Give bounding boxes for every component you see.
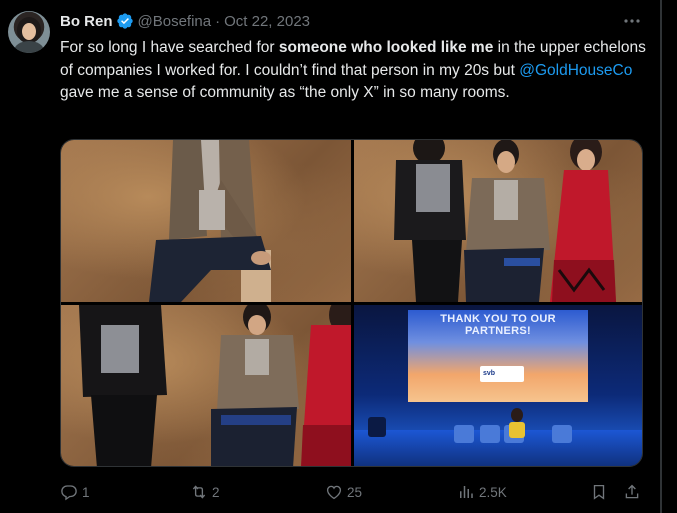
portrait-illustration (149, 140, 271, 302)
views-icon (460, 486, 473, 498)
repost-count: 2 (212, 484, 220, 500)
tweet-text: For so long I have searched for someone … (60, 37, 650, 105)
tweet-header: Bo Ren @Bosefina · Oct 22, 2023 (60, 11, 310, 31)
share-button[interactable] (623, 481, 645, 503)
group-illustration (79, 305, 351, 466)
bookmark-button[interactable] (590, 481, 612, 503)
bookmark-icon (593, 484, 605, 500)
avatar-body (14, 41, 44, 53)
avatar[interactable] (8, 11, 50, 53)
repost-button[interactable]: 2 (190, 481, 220, 503)
action-bar: 1 2 25 2.5K (60, 481, 650, 503)
verified-icon (116, 13, 133, 29)
photo-2[interactable] (354, 140, 642, 302)
author-name[interactable]: Bo Ren (60, 13, 113, 30)
views-count: 2.5K (479, 484, 507, 500)
reply-icon (61, 485, 77, 501)
reply-count: 1 (82, 484, 90, 500)
author-handle[interactable]: @Bosefina (138, 13, 212, 30)
more-icon[interactable] (622, 12, 642, 30)
tweet-text-part: For so long I have searched for (60, 39, 279, 56)
column-divider (661, 0, 662, 513)
group-illustration (394, 140, 616, 302)
photo-3[interactable] (61, 305, 351, 466)
views-button[interactable]: 2.5K (457, 481, 507, 503)
tweet[interactable]: Bo Ren @Bosefina · Oct 22, 2023 For so l… (0, 0, 661, 513)
mention-link[interactable]: @GoldHouseCo (519, 62, 632, 79)
like-button[interactable]: 25 (325, 481, 362, 503)
stage-illustration (368, 408, 572, 443)
tweet-text-part: gave me a sense of community as “the onl… (60, 84, 510, 101)
like-icon (326, 485, 342, 500)
photo-1[interactable] (61, 140, 351, 302)
media-grid: THANK YOU TO OUR PARTNERS! svb (60, 139, 643, 467)
reply-button[interactable]: 1 (60, 481, 90, 503)
tweet-date[interactable]: Oct 22, 2023 (224, 13, 310, 30)
header-separator: · (215, 12, 221, 30)
like-count: 25 (347, 484, 363, 500)
avatar-face (22, 23, 36, 40)
tweet-text-bold: someone who looked like me (278, 39, 494, 56)
photo-4[interactable]: THANK YOU TO OUR PARTNERS! svb (354, 305, 642, 466)
share-icon (625, 484, 639, 499)
repost-icon (192, 485, 206, 499)
